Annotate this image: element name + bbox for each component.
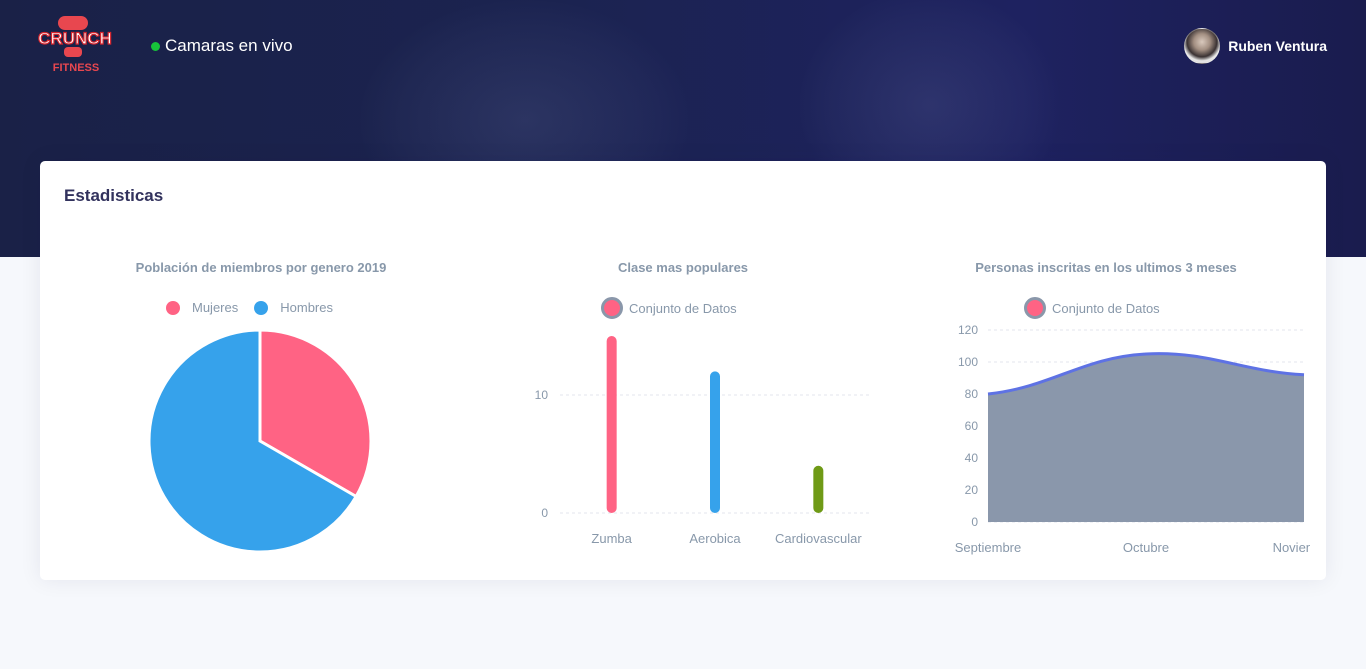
pie-legend[interactable]: Mujeres Hombres xyxy=(166,300,333,315)
bar-legend[interactable]: Conjunto de Datos xyxy=(601,297,737,319)
bar-x-tick-label: Zumba xyxy=(591,531,632,546)
bar-cardiovascular[interactable] xyxy=(813,465,824,513)
area-x-tick-label: Octubre xyxy=(1123,540,1169,555)
bar-chart[interactable]: 0 10 Zumba Aerobica Cardiovascular xyxy=(480,326,880,556)
area-x-tick-label: Septiembre xyxy=(955,540,1021,555)
bar-aerobica[interactable] xyxy=(710,371,720,513)
live-cameras-label: Camaras en vivo xyxy=(165,36,293,55)
pie-chart-title: Población de miembros por genero 2019 xyxy=(135,260,387,275)
pie-chart[interactable] xyxy=(140,321,380,561)
statistics-card: Estadisticas Población de miembros por g… xyxy=(40,161,1326,580)
card-title: Estadisticas xyxy=(64,186,164,205)
area-y-tick-label: 0 xyxy=(971,515,978,529)
live-status-dot-icon xyxy=(151,41,160,51)
area-y-tick-label: 60 xyxy=(965,419,979,433)
logo-text-bottom: FITNESS xyxy=(53,62,99,74)
user-name: Ruben Ventura xyxy=(1228,38,1327,54)
legend-swatch-hombres xyxy=(254,300,269,315)
area-fill[interactable] xyxy=(988,353,1304,522)
legend-label-dataset-area: Conjunto de Datos xyxy=(1052,300,1160,316)
area-y-tick-label: 100 xyxy=(958,355,978,369)
legend-label-hombres: Hombres xyxy=(280,300,333,315)
area-y-tick-label: 80 xyxy=(965,387,979,401)
area-x-tick-label: Noviembre xyxy=(1273,540,1310,555)
legend-swatch-dataset xyxy=(601,297,623,319)
legend-label-dataset: Conjunto de Datos xyxy=(629,300,737,316)
avatar xyxy=(1184,28,1221,64)
bar-zumba[interactable] xyxy=(606,336,617,513)
area-y-tick-label: 120 xyxy=(958,323,978,337)
live-cameras-link[interactable]: Camaras en vivo xyxy=(151,36,293,56)
area-chart-title: Personas inscritas en los ultimos 3 mese… xyxy=(975,260,1237,275)
area-y-tick-label: 20 xyxy=(965,483,979,497)
legend-label-mujeres: Mujeres xyxy=(192,300,239,315)
area-y-tick-label: 40 xyxy=(965,451,979,465)
user-menu[interactable]: Ruben Ventura xyxy=(1184,28,1327,64)
bar-chart-title: Clase mas populares xyxy=(617,260,749,275)
bar-y-tick-label: 0 xyxy=(541,506,548,520)
logo-text-top: CRUNCH xyxy=(38,29,112,48)
bar-x-tick-label: Cardiovascular xyxy=(775,531,862,546)
bar-x-tick-label: Aerobica xyxy=(689,531,741,546)
bar-y-tick-label: 10 xyxy=(535,388,549,402)
area-chart[interactable]: 0 20 40 60 80 100 120 Septiembre Octubre Noviembr… xyxy=(900,316,1310,556)
legend-swatch-mujeres xyxy=(166,300,180,315)
crunch-fitness-logo[interactable]: CRUNCH FITNESS xyxy=(38,14,112,76)
